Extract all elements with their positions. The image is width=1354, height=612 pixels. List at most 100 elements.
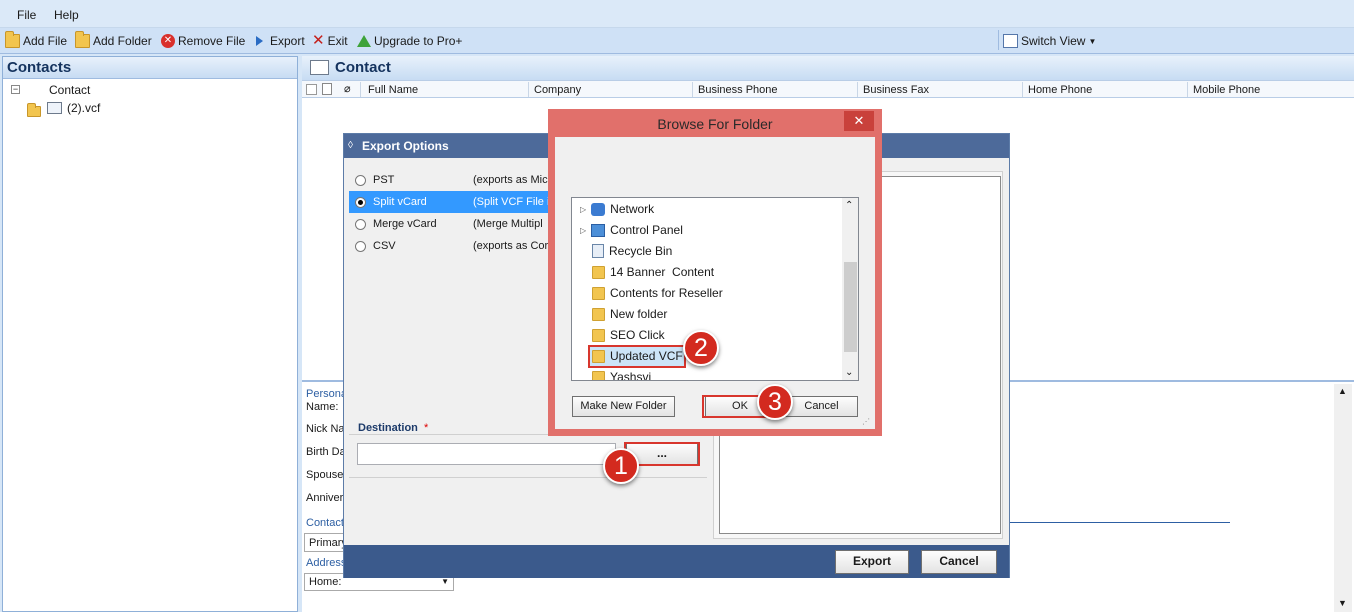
- tree-item-network[interactable]: ▷ Network: [580, 199, 654, 219]
- chevron-down-icon: ▼: [1088, 36, 1097, 46]
- switch-view-button[interactable]: Switch View ▼: [1003, 32, 1096, 50]
- folder-icon: [592, 265, 605, 279]
- exit-icon: ✕: [312, 32, 325, 49]
- option-merge-vcard-label: Merge vCard: [373, 218, 437, 230]
- browse-dialog-title: Browse For Folder: [657, 116, 773, 132]
- tree-root-contact[interactable]: Contact: [49, 83, 90, 97]
- document-icon: [322, 83, 332, 95]
- add-folder-button[interactable]: Add Folder: [75, 31, 152, 50]
- address-section-label: Address: [306, 557, 347, 569]
- option-csv-desc: (exports as Cor: [473, 240, 549, 252]
- tree-item-label: 14 Banner Content: [610, 265, 715, 279]
- detail-scrollbar[interactable]: ▲ ▼: [1334, 384, 1352, 612]
- nick-label: Nick Nar: [306, 423, 349, 435]
- vcard-icon: [47, 102, 62, 114]
- tree-item-new-folder[interactable]: New folder: [592, 304, 667, 324]
- folder-icon: [27, 103, 41, 117]
- folder-icon: [592, 328, 605, 342]
- required-mark: *: [424, 422, 429, 434]
- toolbar: Add File Add Folder ✕ Remove File Export…: [0, 28, 1354, 54]
- tree-scrollbar[interactable]: ⌃ ⌄: [842, 198, 858, 380]
- contact-header: Contact: [302, 56, 1354, 80]
- destination-label: Destination: [358, 422, 418, 434]
- grid-view-icon: [1003, 34, 1018, 48]
- add-folder-icon: [75, 31, 90, 48]
- recycle-bin-icon: [592, 244, 604, 258]
- export-button[interactable]: Export: [256, 32, 305, 50]
- tree-item-seo-click[interactable]: SEO Click: [592, 325, 665, 345]
- make-new-folder-button[interactable]: Make New Folder: [572, 396, 675, 417]
- option-pst-radio[interactable]: [355, 175, 366, 186]
- select-all-checkbox[interactable]: [306, 84, 317, 95]
- collapse-icon[interactable]: −: [11, 85, 20, 94]
- tree-file-vcf[interactable]: (2).vcf: [67, 101, 100, 115]
- close-button[interactable]: ✕: [844, 111, 874, 131]
- spouse-label: Spouse: [306, 469, 344, 481]
- chevron-up-icon: ⌃: [845, 200, 854, 211]
- remove-icon: ✕: [161, 34, 175, 48]
- tree-item-label: New folder: [610, 307, 668, 321]
- col-mobile-phone[interactable]: Mobile Phone: [1193, 84, 1260, 96]
- tree-item-contents-for-reseller[interactable]: Contents for Reseller: [592, 283, 723, 303]
- switch-view-label: Switch View: [1021, 34, 1086, 48]
- upgrade-arrow-icon: [357, 35, 371, 47]
- column-header: ⌀ Full Name Company Business Phone Busin…: [302, 80, 1354, 98]
- add-folder-label: Add Folder: [93, 34, 152, 48]
- anniversary-label: Anniver: [306, 492, 344, 504]
- menu-help[interactable]: Help: [54, 8, 79, 22]
- scroll-thumb[interactable]: [844, 262, 857, 352]
- exit-button[interactable]: ✕ Exit: [312, 32, 348, 50]
- folder-icon: [592, 307, 605, 321]
- col-home-phone[interactable]: Home Phone: [1028, 84, 1092, 96]
- scroll-down-icon: ▼: [1338, 598, 1347, 608]
- contact-section-label: Contact: [306, 517, 344, 529]
- attachment-icon: ⌀: [344, 83, 351, 95]
- export-dialog-footer: Export Cancel: [344, 545, 1009, 578]
- tree-item-14-banner-content[interactable]: 14 Banner Content: [592, 262, 714, 282]
- col-full-name[interactable]: Full Name: [368, 84, 418, 96]
- add-file-label: Add File: [23, 34, 68, 48]
- expand-arrow-icon: ▷: [580, 204, 587, 214]
- option-merge-vcard-radio[interactable]: [355, 219, 366, 230]
- export-arrow-icon: [256, 36, 263, 46]
- export-confirm-button[interactable]: Export: [835, 550, 909, 574]
- folder-icon: [592, 286, 605, 300]
- step-3-badge: 3: [757, 384, 793, 420]
- contact-title: Contact: [335, 59, 391, 76]
- destination-input[interactable]: [357, 443, 616, 465]
- col-company[interactable]: Company: [534, 84, 581, 96]
- upgrade-button[interactable]: Upgrade to Pro+: [357, 32, 462, 50]
- contacts-panel: Contacts − Contact (2).vcf: [2, 56, 298, 612]
- option-csv-label: CSV: [373, 240, 396, 252]
- name-label: Name:: [306, 401, 339, 413]
- option-merge-vcard-desc: (Merge Multipl: [473, 218, 543, 230]
- option-split-vcard-radio[interactable]: [355, 197, 366, 208]
- tree-item-label: SEO Click: [610, 328, 665, 342]
- option-pst-desc: (exports as Mic: [473, 174, 548, 186]
- col-business-phone[interactable]: Business Phone: [698, 84, 778, 96]
- tree-item-label: Recycle Bin: [609, 244, 673, 258]
- option-split-vcard-label: Split vCard: [373, 196, 427, 208]
- network-icon: [591, 202, 606, 216]
- browse-cancel-button[interactable]: Cancel: [785, 396, 858, 417]
- resize-grip-icon: ⋰: [862, 417, 870, 426]
- contacts-panel-title: Contacts: [3, 57, 297, 79]
- tree-item-label: Network: [610, 202, 655, 216]
- tree-item-recycle-bin[interactable]: Recycle Bin: [592, 241, 672, 261]
- add-file-icon: [5, 31, 20, 48]
- tree-item-control-panel[interactable]: ▷ Control Panel: [580, 220, 683, 240]
- option-pst-label: PST: [373, 174, 395, 186]
- menu-file[interactable]: File: [17, 8, 36, 22]
- tree-item-yashsvi[interactable]: Yashsvi: [592, 367, 652, 381]
- export-label: Export: [270, 34, 305, 48]
- export-cancel-button[interactable]: Cancel: [921, 550, 997, 574]
- remove-file-button[interactable]: ✕ Remove File: [161, 32, 245, 50]
- option-csv-radio[interactable]: [355, 241, 366, 252]
- expand-arrow-icon: ▷: [580, 225, 587, 235]
- add-file-button[interactable]: Add File: [5, 31, 68, 50]
- updated-vcf-highlight: [588, 345, 686, 368]
- col-business-fax[interactable]: Business Fax: [863, 84, 929, 96]
- personal-section-label: Persona: [306, 388, 347, 400]
- tree-item-label: Control Panel: [610, 223, 683, 237]
- tree-item-label: Yashsvi: [610, 370, 652, 381]
